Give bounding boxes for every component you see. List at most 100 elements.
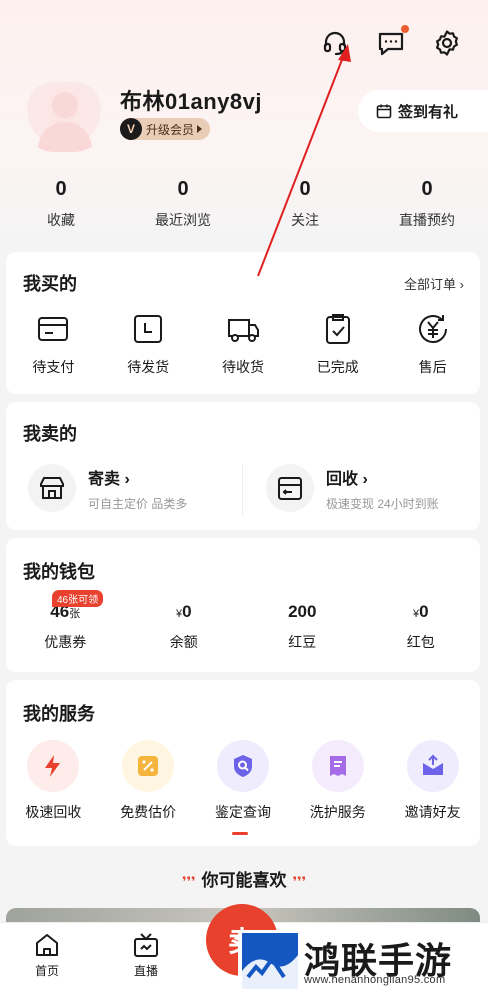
wallet-red-beans[interactable]: 200 红豆 xyxy=(243,602,362,652)
stats-row: 0 收藏 0 最近浏览 0 关注 0 直播预约 xyxy=(0,178,488,230)
stat-recent[interactable]: 0 最近浏览 xyxy=(122,178,244,230)
stat-live-booking[interactable]: 0 直播预约 xyxy=(366,178,488,230)
order-label: 已完成 xyxy=(316,359,359,375)
avatar[interactable] xyxy=(20,82,108,152)
wallet-red-packet[interactable]: ¥0 红包 xyxy=(362,602,481,652)
wallet-label: 余额 xyxy=(169,634,198,650)
wallet-balance[interactable]: ¥0 余额 xyxy=(125,602,244,652)
page-indicator xyxy=(232,832,248,835)
upgrade-vip-badge[interactable]: V 升级会员 xyxy=(120,118,211,140)
recycle-title: 回收 › xyxy=(326,470,368,488)
card-title: 我的服务 xyxy=(23,704,95,724)
service-label: 洗护服务 xyxy=(309,804,366,820)
envelope-icon xyxy=(406,740,459,792)
truck-icon xyxy=(227,319,259,342)
order-pending-payment[interactable]: 待支付 xyxy=(6,312,101,377)
service-label: 鉴定查询 xyxy=(214,804,271,820)
calendar-icon xyxy=(376,104,392,119)
stat-label: 关注 xyxy=(291,212,319,228)
card-title: 我卖的 xyxy=(23,424,77,444)
all-orders-link[interactable]: 全部订单 › xyxy=(404,274,464,293)
checkin-label: 签到有礼 xyxy=(398,103,459,121)
headset-icon[interactable] xyxy=(320,28,350,58)
coupon-available-badge: 46张可领 xyxy=(52,590,104,607)
vip-label: 升级会员 xyxy=(146,122,195,137)
wallet-label: 优惠券 xyxy=(44,634,87,650)
service-authentication[interactable]: 鉴定查询 xyxy=(196,740,291,822)
card-title: 我买的 xyxy=(23,274,77,294)
my-services-card: 我的服务 极速回收 免费估价 鉴定查询 洗护服务 邀请好友 xyxy=(6,680,480,846)
top-toolbar xyxy=(320,25,462,58)
my-purchases-card: 我买的 全部订单 › 待支付 待发货 待收货 已完成 售后 xyxy=(6,252,480,394)
username[interactable]: 布林01any8vj xyxy=(120,84,262,116)
box-clock-icon xyxy=(134,315,163,343)
order-label: 待支付 xyxy=(32,359,75,375)
checkin-button[interactable]: 签到有礼 xyxy=(358,90,488,132)
recycle-box-icon xyxy=(266,464,314,512)
watermark: 鸿联手游网 www.henanhonglian95.com xyxy=(238,930,488,993)
service-label: 邀请好友 xyxy=(404,804,461,820)
recycle-entry[interactable]: 回收 › 极速变现 24小时到账 xyxy=(266,464,439,512)
stat-value: 0 xyxy=(299,178,311,200)
wallet-label: 红包 xyxy=(406,634,435,650)
notification-dot xyxy=(401,25,409,33)
play-arrow-icon xyxy=(197,125,203,133)
message-icon[interactable] xyxy=(376,25,409,58)
order-label: 待发货 xyxy=(127,359,170,375)
avatar-body xyxy=(38,122,92,152)
red-packet-value: 0 xyxy=(419,602,429,621)
coupon-unit: 张 xyxy=(69,608,81,620)
recommend-heading: ❜❜❜ 你可能喜欢 ❜❜❜ xyxy=(0,866,488,891)
lightning-icon xyxy=(27,740,80,792)
tab-label: 直播 xyxy=(133,964,158,978)
stat-following[interactable]: 0 关注 xyxy=(244,178,366,230)
stat-label: 直播预约 xyxy=(399,212,455,228)
balance-value: 0 xyxy=(182,602,192,621)
red-beans-value: 200 xyxy=(288,602,317,621)
tab-home[interactable]: 首页 xyxy=(17,931,77,979)
clipboard-check-icon xyxy=(325,314,350,344)
stat-value: 0 xyxy=(55,178,67,200)
receipt-icon xyxy=(311,740,364,792)
yen-refresh-icon xyxy=(418,315,447,343)
stat-favorites[interactable]: 0 收藏 xyxy=(0,178,122,230)
service-fast-recycle[interactable]: 极速回收 xyxy=(6,740,101,822)
shield-search-icon xyxy=(216,740,269,792)
my-sales-card: 我卖的 寄卖 › 可自主定价 品类多 回收 › 极速变现 24小时到账 xyxy=(6,402,480,530)
stat-value: 0 xyxy=(177,178,189,200)
home-icon xyxy=(36,934,58,956)
stat-value: 0 xyxy=(421,178,433,200)
watermark-logo xyxy=(242,933,298,989)
consign-title: 寄卖 › xyxy=(88,470,130,488)
wallet-card-icon xyxy=(38,317,69,341)
tv-icon xyxy=(134,933,158,957)
order-pending-receipt[interactable]: 待收货 xyxy=(196,312,291,377)
deco-left: ❜❜❜ xyxy=(181,874,196,889)
order-label: 待收货 xyxy=(221,359,264,375)
card-title: 我的钱包 xyxy=(23,562,95,582)
recycle-subtitle: 极速变现 24小时到账 xyxy=(326,496,439,511)
vip-icon: V xyxy=(120,118,142,140)
recommend-title: 你可能喜欢 xyxy=(201,871,287,890)
service-label: 极速回收 xyxy=(25,804,82,820)
consign-entry[interactable]: 寄卖 › 可自主定价 品类多 xyxy=(28,464,187,512)
service-invite-friends[interactable]: 邀请好友 xyxy=(385,740,480,822)
divider xyxy=(242,464,243,516)
order-after-sales[interactable]: 售后 xyxy=(385,312,480,377)
service-care[interactable]: 洗护服务 xyxy=(290,740,385,822)
store-icon xyxy=(28,464,76,512)
tab-label: 首页 xyxy=(34,964,59,978)
deco-right: ❜❜❜ xyxy=(292,874,307,889)
service-free-valuation[interactable]: 免费估价 xyxy=(101,740,196,822)
percent-tag-icon xyxy=(122,740,175,792)
consign-subtitle: 可自主定价 品类多 xyxy=(88,496,188,511)
order-pending-shipment[interactable]: 待发货 xyxy=(101,312,196,377)
stat-label: 最近浏览 xyxy=(155,212,211,228)
order-completed[interactable]: 已完成 xyxy=(290,312,385,377)
settings-icon[interactable] xyxy=(432,28,462,58)
avatar-head xyxy=(52,92,78,118)
tab-live[interactable]: 直播 xyxy=(116,931,176,979)
order-label: 售后 xyxy=(418,359,447,375)
stat-label: 收藏 xyxy=(47,212,75,228)
wallet-coupons[interactable]: 46张可领 46张 优惠券 xyxy=(6,590,125,652)
